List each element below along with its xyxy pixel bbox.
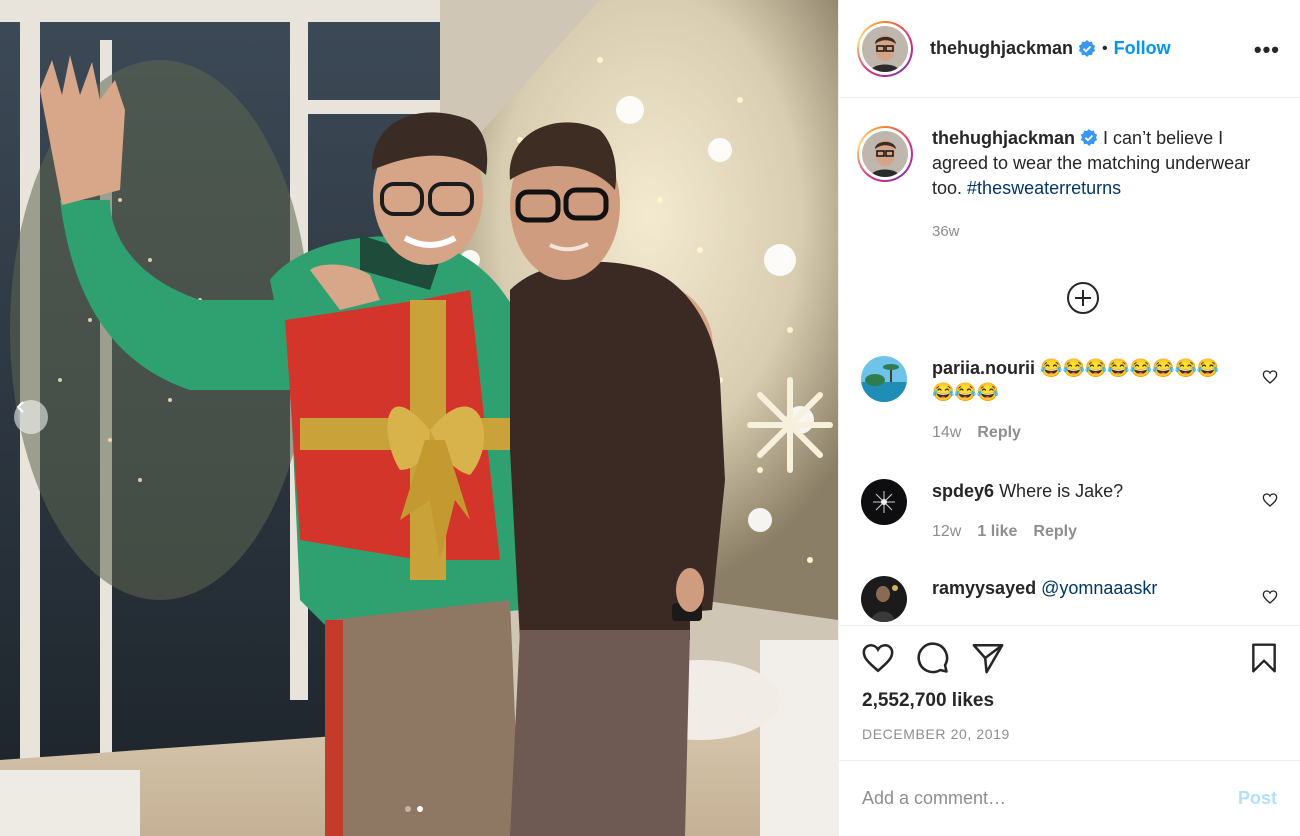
post-actions [861,641,1282,681]
carousel-dot [405,806,411,812]
comment-meta: 14w Reply [932,424,1280,442]
comment-username[interactable]: pariia.nourii [932,358,1035,378]
comment-reply-button[interactable]: Reply [1033,523,1077,541]
comment-timestamp[interactable]: 12w [932,523,961,541]
caption-timestamp[interactable]: 36w [932,223,1276,240]
post-date[interactable]: DECEMBER 20, 2019 [862,726,1010,742]
bookmark-icon[interactable] [1248,641,1280,675]
share-icon[interactable] [971,641,1005,675]
caption-author-avatar[interactable] [857,126,913,182]
comment-text: spdey6 Where is Jake? [932,479,1240,503]
comment-item: pariia.nourii 😂😂😂😂😂😂😂😂😂😂😂 14w Reply [861,356,1280,442]
author-username[interactable]: thehughjackman [930,38,1073,59]
caption-avatar-image [862,131,908,177]
carousel-indicator [405,806,423,812]
comment-text: ramyysayed @yomnaaaskr [932,576,1240,600]
likes-count[interactable]: 2,552,700 likes [862,690,994,712]
comment-mention[interactable]: @yomnaaaskr [1041,578,1157,598]
comments-list[interactable]: thehughjackman I can’t believe I agreed … [839,98,1300,626]
post-photo[interactable] [0,0,838,836]
comment-username[interactable]: ramyysayed [932,578,1036,598]
caption-username[interactable]: thehughjackman [932,128,1075,148]
comment-item: spdey6 Where is Jake? 12w 1 like Reply [861,479,1280,541]
header-separator: • [1102,39,1108,57]
comment-input[interactable] [862,788,1238,809]
commenter-avatar-image [861,356,907,402]
post-header: thehughjackman • Follow ••• [839,0,1300,98]
photo-illustration [0,0,838,836]
author-avatar[interactable] [857,20,913,77]
follow-button[interactable]: Follow [1114,38,1171,59]
comment-like-heart-icon[interactable] [1262,369,1278,385]
commenter-avatar[interactable] [861,479,907,525]
comment-username[interactable]: spdey6 [932,481,994,501]
carousel-dot-active [417,806,423,812]
author-avatar-image [862,25,908,72]
comment-timestamp[interactable]: 14w [932,424,961,442]
comment-reply-button[interactable]: Reply [977,424,1021,442]
verified-badge-icon [1078,39,1096,57]
heart-icon[interactable] [861,641,895,675]
comment-like-heart-icon[interactable] [1262,589,1278,605]
commenter-avatar-image [861,479,907,525]
carousel-prev-button[interactable] [14,400,48,434]
comment-icon[interactable] [916,641,950,675]
comment-like-heart-icon[interactable] [1262,492,1278,508]
post-comment-button[interactable]: Post [1238,788,1277,809]
comment-item: ramyysayed @yomnaaaskr [861,576,1280,622]
comment-meta: 12w 1 like Reply [932,523,1280,541]
caption-text: thehughjackman I can’t believe I agreed … [932,126,1276,201]
commenter-avatar[interactable] [861,356,907,402]
verified-badge-icon [1080,129,1098,146]
plus-circle-icon[interactable] [1066,281,1100,315]
more-options-button[interactable]: ••• [1254,37,1280,63]
commenter-avatar[interactable] [861,576,907,622]
chevron-left-icon [16,401,24,413]
comment-text: pariia.nourii 😂😂😂😂😂😂😂😂😂😂😂 [932,356,1240,404]
commenter-avatar-image [861,576,907,622]
post-panel: thehughjackman • Follow ••• thehughjackm… [838,0,1300,836]
post-caption: thehughjackman I can’t believe I agreed … [857,126,1276,240]
caption-hashtag[interactable]: #thesweaterreturns [967,178,1121,198]
comment-likes-count[interactable]: 1 like [977,523,1017,541]
comment-composer: Post [839,760,1300,836]
comment-body: Where is Jake? [999,481,1124,501]
